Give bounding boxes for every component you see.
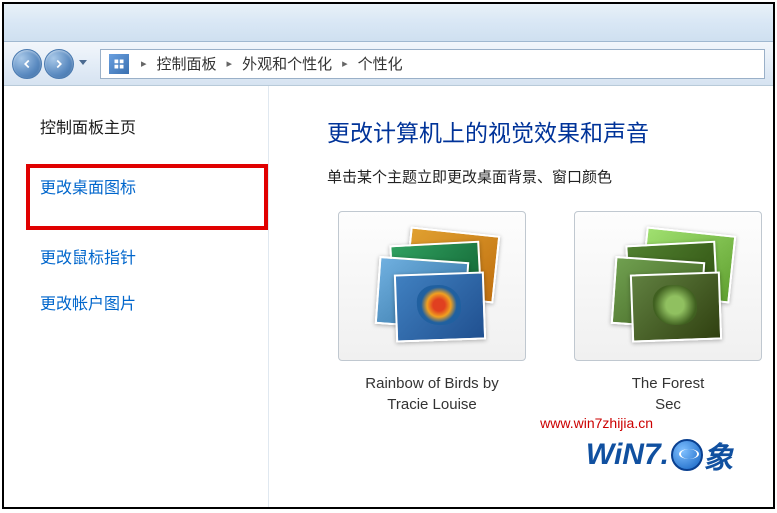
main-panel: 更改计算机上的视觉效果和声音 单击某个主题立即更改桌面背景、窗口颜色 Rainb… bbox=[269, 86, 773, 507]
globe-icon bbox=[671, 439, 703, 471]
watermark-logo: WiN7. 象 bbox=[586, 433, 733, 477]
arrow-right-icon bbox=[52, 57, 66, 71]
breadcrumb-sep-icon: ▸ bbox=[227, 57, 233, 70]
back-button[interactable] bbox=[12, 49, 42, 79]
theme-item[interactable]: The Forest Sec bbox=[563, 211, 773, 415]
sidebar: 控制面板主页 更改桌面图标 更改鼠标指针 更改帐户图片 bbox=[4, 86, 269, 507]
nav-history-dropdown[interactable] bbox=[76, 49, 90, 77]
sidebar-link-mouse-pointer[interactable]: 更改鼠标指针 bbox=[40, 244, 136, 268]
window-titlebar bbox=[4, 4, 773, 42]
nav-toolbar: ▸ 控制面板 ▸ 外观和个性化 ▸ 个性化 bbox=[4, 42, 773, 86]
watermark-url: www.win7zhijia.cn bbox=[540, 415, 653, 431]
breadcrumb-item[interactable]: 控制面板 bbox=[155, 53, 219, 74]
control-panel-icon bbox=[109, 54, 129, 74]
theme-thumbnail bbox=[338, 211, 526, 361]
sidebar-home-link[interactable]: 控制面板主页 bbox=[40, 114, 268, 138]
breadcrumb-sep-icon: ▸ bbox=[141, 57, 147, 70]
breadcrumb-sep-icon: ▸ bbox=[342, 57, 348, 70]
sidebar-link-account-picture[interactable]: 更改帐户图片 bbox=[40, 290, 136, 314]
breadcrumb-item[interactable]: 个性化 bbox=[356, 53, 405, 74]
page-subtitle: 单击某个主题立即更改桌面背景、窗口颜色 bbox=[327, 166, 773, 187]
theme-item[interactable]: Rainbow of Birds by Tracie Louise bbox=[327, 211, 537, 415]
arrow-left-icon bbox=[20, 57, 34, 71]
theme-label: The Forest Sec bbox=[632, 373, 705, 415]
forward-button[interactable] bbox=[44, 49, 74, 79]
breadcrumb[interactable]: ▸ 控制面板 ▸ 外观和个性化 ▸ 个性化 bbox=[100, 49, 765, 79]
sidebar-link-desktop-icons[interactable]: 更改桌面图标 bbox=[40, 174, 136, 198]
breadcrumb-item[interactable]: 外观和个性化 bbox=[240, 53, 334, 74]
chevron-down-icon bbox=[79, 60, 87, 66]
theme-label: Rainbow of Birds by Tracie Louise bbox=[365, 373, 498, 415]
theme-thumbnail bbox=[574, 211, 762, 361]
page-title: 更改计算机上的视觉效果和声音 bbox=[327, 114, 773, 148]
